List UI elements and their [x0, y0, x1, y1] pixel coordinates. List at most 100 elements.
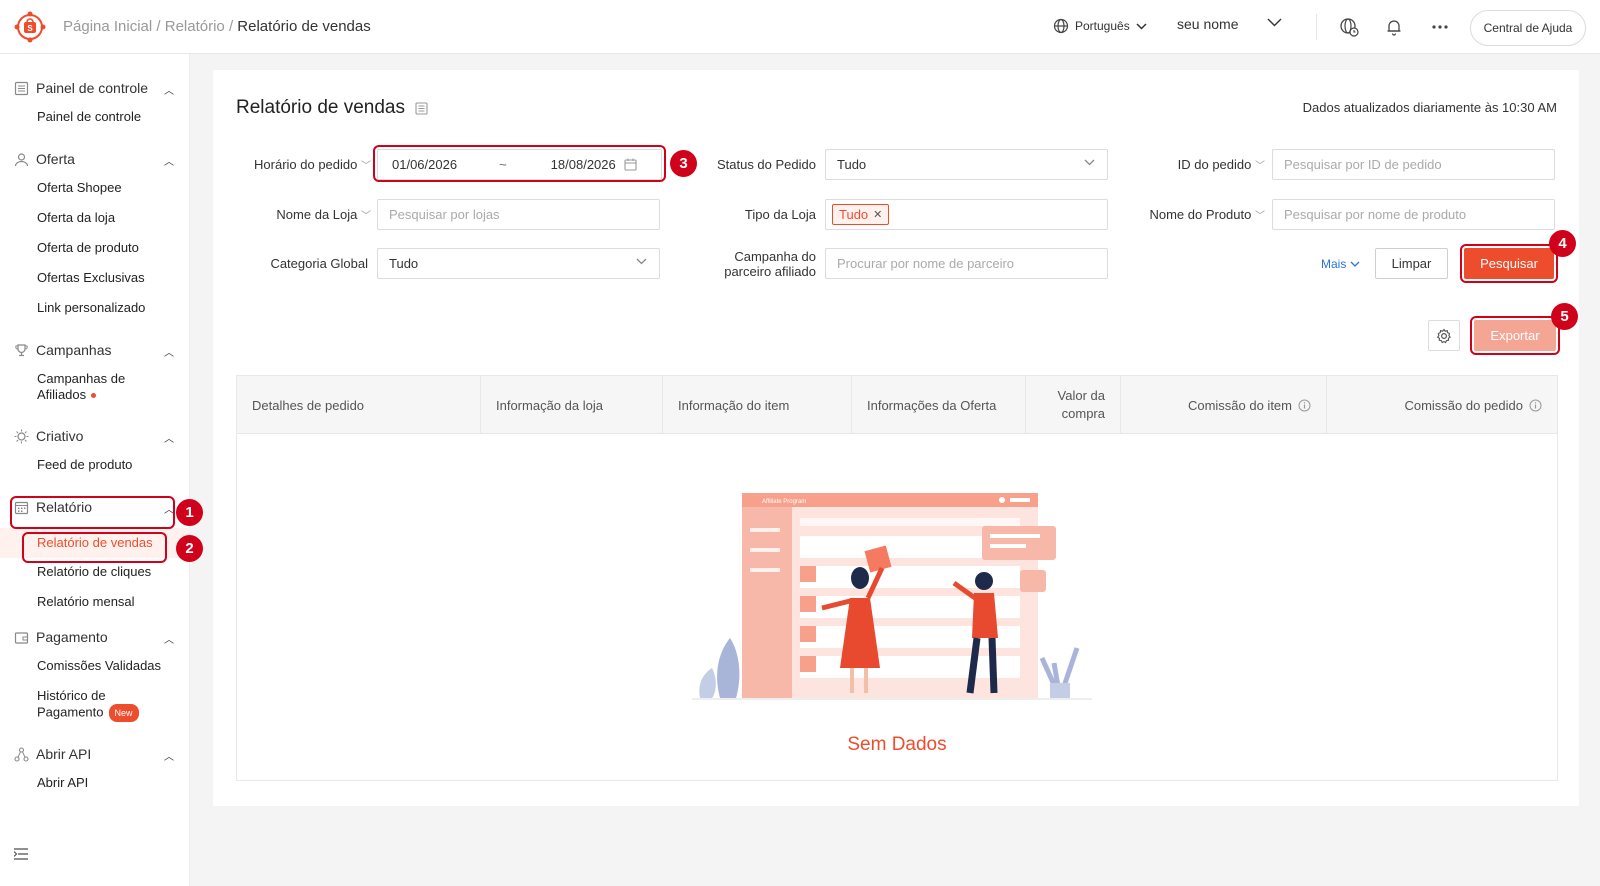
column-order-details: Detalhes de pedido — [237, 376, 481, 434]
table-header: Detalhes de pedido Informação da loja In… — [237, 376, 1557, 434]
breadcrumb: Página Inicial / Relatório / Relatório d… — [63, 18, 371, 35]
global-category-value: Tudo — [389, 256, 419, 271]
user-name[interactable]: seu nome — [1177, 16, 1238, 32]
store-type-select[interactable]: Tudo ✕ — [825, 199, 1108, 230]
annotation-badge-4: 4 — [1549, 230, 1576, 257]
column-item-commission-label: Comissão do item — [1187, 397, 1292, 413]
order-time-label[interactable]: Horário do pedido ﹀ — [245, 157, 371, 174]
empty-state-illustration: Affiliate Program — [692, 493, 1092, 700]
store-type-tag: Tudo ✕ — [832, 204, 890, 225]
collapse-caret-icon[interactable]: ︿ — [164, 748, 174, 763]
store-name-label[interactable]: Nome da Loja ﹀ — [245, 207, 371, 224]
collapse-caret-icon[interactable]: ︿ — [164, 153, 174, 168]
settings-button[interactable] — [1428, 320, 1460, 351]
api-icon — [14, 746, 29, 762]
sidebar-section-payment[interactable]: Pagamento — [14, 629, 108, 645]
annotation-highlight-4 — [1460, 244, 1558, 283]
sidebar-item-label: Campanhas de Afiliados — [37, 371, 126, 402]
document-icon[interactable] — [415, 101, 428, 115]
shopee-logo-icon[interactable]: S — [14, 11, 46, 43]
column-offer-info: Informações da Oferta — [852, 376, 1026, 434]
clear-button[interactable]: Limpar — [1375, 248, 1448, 279]
sidebar-section-label: Abrir API — [36, 746, 92, 762]
more-icon[interactable] — [1430, 17, 1450, 37]
sidebar-item-payment-history[interactable]: Histórico de Pagamento New — [37, 688, 147, 722]
order-id-label-text: ID do pedido — [1177, 157, 1252, 172]
svg-text:S: S — [27, 24, 33, 33]
partner-campaign-label-line1: Campanha do — [734, 249, 816, 264]
order-status-label: Status do Pedido — [716, 157, 816, 172]
column-item-info: Informação do item — [663, 376, 852, 434]
user-menu-chevron-icon[interactable] — [1267, 18, 1282, 27]
collapse-caret-icon[interactable]: ︿ — [164, 430, 174, 445]
sidebar-item-open-api[interactable]: Abrir API — [37, 775, 88, 791]
close-icon[interactable]: ✕ — [873, 208, 882, 221]
partner-campaign-label: Campanha do parceiro afiliado — [690, 249, 816, 279]
page-title: Relatório de vendas — [236, 97, 428, 119]
sidebar-item-monthly-report[interactable]: Relatório mensal — [37, 594, 135, 610]
store-name-input[interactable]: Pesquisar por lojas — [377, 199, 660, 230]
info-icon[interactable] — [1529, 399, 1542, 412]
globe-clock-icon[interactable] — [1339, 17, 1359, 37]
chevron-down-icon: ﹀ — [361, 161, 371, 172]
column-item-commission: Comissão do item — [1121, 376, 1327, 434]
breadcrumb-report[interactable]: Relatório — [165, 18, 225, 35]
user-icon — [14, 152, 29, 166]
order-id-label[interactable]: ID do pedido ﹀ — [1130, 157, 1265, 174]
sidebar-section-offer[interactable]: Oferta — [14, 151, 75, 167]
breadcrumb-home[interactable]: Página Inicial — [63, 18, 152, 35]
annotation-badge-5: 5 — [1551, 303, 1578, 330]
sidebar-item-clicks-report[interactable]: Relatório de cliques — [37, 564, 151, 580]
sidebar-item-product-feed[interactable]: Feed de produto — [37, 457, 132, 473]
product-name-label-text: Nome do Produto — [1149, 207, 1252, 222]
more-filters-label: Mais — [1321, 257, 1347, 271]
help-center-button[interactable]: Central de Ajuda — [1470, 10, 1586, 46]
new-badge: New — [108, 704, 139, 722]
chevron-down-icon — [1350, 261, 1360, 267]
sidebar-item-custom-link[interactable]: Link personalizado — [37, 300, 145, 316]
collapse-menu-icon[interactable] — [14, 848, 28, 860]
product-name-input[interactable]: Pesquisar por nome de produto — [1272, 199, 1555, 230]
order-id-input[interactable]: Pesquisar por ID de pedido — [1272, 149, 1555, 180]
annotation-badge-2: 2 — [176, 535, 203, 562]
chevron-down-icon — [636, 258, 647, 265]
store-name-label-text: Nome da Loja — [276, 207, 358, 222]
sidebar-item-shopee-offer[interactable]: Oferta Shopee — [37, 180, 122, 196]
sidebar-item-product-offer[interactable]: Oferta de produto — [37, 240, 139, 256]
sidebar-section-creative[interactable]: Criativo — [14, 428, 83, 444]
partner-campaign-input[interactable]: Procurar por nome de parceiro — [825, 248, 1108, 279]
collapse-caret-icon[interactable]: ︿ — [164, 82, 174, 97]
bulb-icon — [14, 429, 29, 443]
trophy-icon — [15, 343, 28, 356]
sidebar-section-label: Campanhas — [36, 342, 112, 358]
sidebar-item-exclusive-offers[interactable]: Ofertas Exclusivas — [37, 270, 145, 286]
sidebar-section-campaigns[interactable]: Campanhas — [14, 342, 112, 358]
column-order-commission: Comissão do pedido — [1327, 376, 1557, 434]
language-label: Português — [1075, 19, 1130, 33]
notification-dot — [91, 393, 97, 399]
top-bar: S Página Inicial / Relatório / Relatório… — [0, 0, 1600, 54]
language-selector[interactable]: Português — [1053, 18, 1147, 34]
sidebar-section-api[interactable]: Abrir API — [14, 746, 91, 762]
chevron-down-icon: ﹀ — [361, 211, 371, 222]
order-status-select[interactable]: Tudo — [825, 149, 1108, 180]
bell-icon[interactable] — [1384, 17, 1404, 37]
sidebar-item-store-offer[interactable]: Oferta da loja — [37, 210, 115, 226]
sidebar-section-label: Painel de controle — [36, 80, 149, 96]
global-category-select[interactable]: Tudo — [377, 248, 660, 279]
order-time-label-text: Horário do pedido — [254, 157, 358, 172]
info-icon[interactable] — [1298, 399, 1311, 412]
product-name-label[interactable]: Nome do Produto ﹀ — [1130, 207, 1265, 224]
sidebar-item-affiliate-campaigns[interactable]: Campanhas de Afiliados — [37, 371, 147, 403]
more-filters-link[interactable]: Mais — [1321, 257, 1360, 271]
sidebar-item-validated-commissions[interactable]: Comissões Validadas — [37, 658, 161, 674]
sales-report-table: Detalhes de pedido Informação da loja In… — [236, 375, 1558, 781]
chevron-down-icon — [1136, 22, 1147, 30]
sidebar-section-dashboard[interactable]: Painel de controle — [14, 80, 148, 96]
annotation-highlight-2 — [22, 532, 167, 563]
sidebar-item-dashboard[interactable]: Painel de controle — [37, 109, 141, 125]
sidebar-section-label: Oferta — [36, 151, 75, 167]
globe-icon — [1053, 18, 1069, 34]
collapse-caret-icon[interactable]: ︿ — [164, 631, 174, 646]
collapse-caret-icon[interactable]: ︿ — [164, 344, 174, 359]
